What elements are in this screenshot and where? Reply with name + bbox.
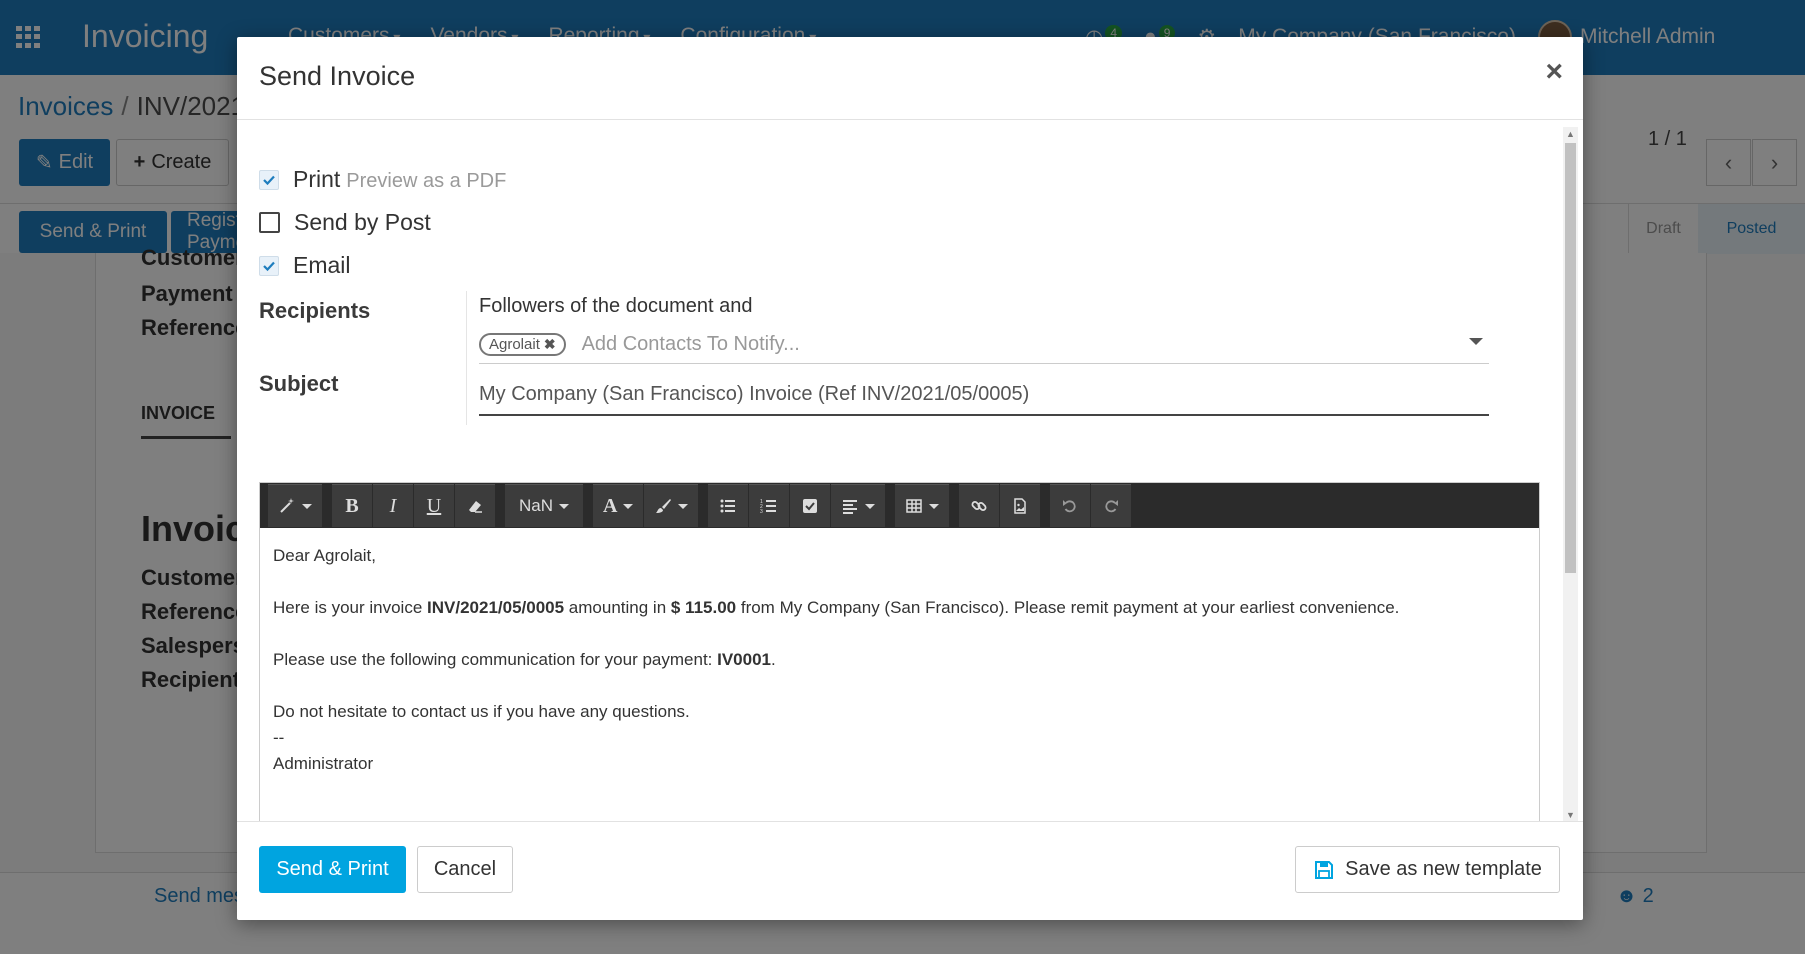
checklist-button[interactable] (790, 484, 831, 527)
scroll-thumb[interactable] (1565, 143, 1576, 573)
font-color-icon: A (603, 494, 618, 517)
recipients-placeholder[interactable]: Add Contacts To Notify... (582, 333, 800, 356)
caret-icon (559, 503, 570, 509)
body-text: . (771, 650, 776, 669)
bullet-list-icon (720, 499, 736, 513)
caret-icon (929, 503, 940, 509)
link-button[interactable] (959, 484, 1000, 527)
dialog-title: Send Invoice (259, 61, 416, 91)
body-paragraph-invoice: Here is your invoice INV/2021/05/0005 am… (273, 595, 1523, 621)
caret-icon (865, 503, 876, 509)
svg-text:3: 3 (760, 509, 763, 515)
bold-button[interactable]: B (332, 484, 372, 527)
cancel-button[interactable]: Cancel (417, 846, 513, 893)
invoice-amount: $ 115.00 (670, 598, 737, 617)
checkmark-icon (263, 175, 275, 185)
body-text: Please use the following communication f… (273, 650, 718, 669)
recipient-tag-agrolait: Agrolait ✖ (479, 333, 566, 356)
eraser-button[interactable] (455, 484, 495, 527)
redo-button[interactable] (1091, 484, 1132, 527)
email-body-editor: B I U NaN A 1 2 3 Dear Agrolait, Here is… (259, 482, 1540, 821)
field-divider (466, 291, 467, 425)
recipients-intro: Followers of the document and (479, 295, 753, 317)
send-invoice-dialog: Send Invoice × Print Preview as a PDF Sen… (237, 37, 1583, 920)
subject-input[interactable]: My Company (San Francisco) Invoice (Ref … (479, 377, 1489, 416)
align-left-icon (843, 500, 858, 514)
style-dropdown[interactable] (268, 484, 322, 527)
redo-icon (1105, 500, 1119, 513)
underline-button[interactable]: U (414, 484, 454, 527)
paint-brush-icon (656, 499, 672, 513)
recipient-tag-label: Agrolait (489, 336, 540, 353)
dialog-header: Send Invoice × (237, 37, 1583, 120)
body-text: Here is your invoice (273, 598, 428, 617)
scroll-down-icon[interactable]: ▼ (1566, 810, 1575, 820)
send-print-button[interactable]: Send & Print (259, 846, 406, 893)
body-greeting: Dear Agrolait, (273, 546, 376, 565)
send-by-post-label: Send by Post (294, 209, 431, 235)
image-button[interactable] (1000, 484, 1041, 527)
email-label: Email (293, 252, 351, 278)
link-icon (972, 501, 987, 511)
payment-reference: IV0001 (717, 650, 772, 669)
scroll-up-icon[interactable]: ▲ (1566, 129, 1575, 139)
font-size-value: NaN (519, 496, 554, 515)
print-option: Print Preview as a PDF (259, 166, 506, 193)
body-paragraph-contact: Do not hesitate to contact us if you hav… (273, 702, 690, 721)
remove-tag-icon[interactable]: ✖ (544, 336, 556, 353)
email-option: Email (259, 252, 351, 279)
checkbox-icon (803, 499, 818, 513)
recipients-label: Recipients (259, 298, 371, 323)
save-as-template-button[interactable]: Save as new template (1295, 846, 1560, 893)
editor-toolbar: B I U NaN A 1 2 3 (260, 483, 1539, 528)
email-checkbox[interactable] (259, 255, 279, 276)
caret-icon (302, 503, 312, 509)
email-body-content[interactable]: Dear Agrolait, Here is your invoice INV/… (273, 543, 1523, 777)
print-hint: Preview as a PDF (346, 170, 507, 192)
recipients-input[interactable]: Agrolait ✖ Add Contacts To Notify... (479, 326, 1489, 364)
send-by-post-option: Send by Post (259, 209, 431, 236)
caret-icon (623, 503, 634, 509)
font-size-dropdown[interactable]: NaN (505, 484, 584, 527)
close-icon[interactable]: × (1545, 57, 1563, 87)
table-icon (906, 499, 923, 513)
print-label: Print (293, 166, 341, 192)
dialog-scrollbar[interactable]: ▲ ▼ (1563, 127, 1578, 821)
signature-separator: -- (273, 728, 285, 747)
checkmark-icon (263, 261, 275, 271)
bullet-list-button[interactable] (708, 484, 749, 527)
background-color-dropdown[interactable] (644, 484, 699, 527)
send-by-post-checkbox[interactable] (259, 212, 280, 233)
floppy-disk-icon (1315, 860, 1334, 879)
dialog-body: Print Preview as a PDF Send by Post Email… (237, 121, 1583, 821)
magic-wand-icon (280, 498, 294, 513)
dialog-footer: Send & Print Cancel Save as new template (237, 821, 1583, 920)
save-template-label: Save as new template (1345, 858, 1542, 880)
eraser-icon (469, 501, 482, 513)
invoice-number: INV/2021/05/0005 (427, 598, 565, 617)
caret-icon (678, 503, 689, 509)
image-file-icon (1014, 498, 1027, 514)
subject-label: Subject (259, 371, 339, 396)
body-text: amounting in (564, 598, 671, 617)
print-checkbox[interactable] (259, 169, 279, 190)
numbered-list-icon: 123 (760, 499, 777, 515)
numbered-list-button[interactable]: 123 (749, 484, 790, 527)
undo-button[interactable] (1050, 484, 1091, 527)
signature: Administrator (273, 754, 374, 773)
italic-button[interactable]: I (373, 484, 413, 527)
chevron-down-icon[interactable] (1469, 338, 1483, 345)
paragraph-align-dropdown[interactable] (831, 484, 886, 527)
body-text: from My Company (San Francisco). Please … (736, 598, 1400, 617)
font-color-dropdown[interactable]: A (593, 484, 644, 527)
body-paragraph-communication: Please use the following communication f… (273, 647, 1523, 673)
undo-icon (1063, 500, 1077, 513)
table-dropdown[interactable] (895, 484, 950, 527)
